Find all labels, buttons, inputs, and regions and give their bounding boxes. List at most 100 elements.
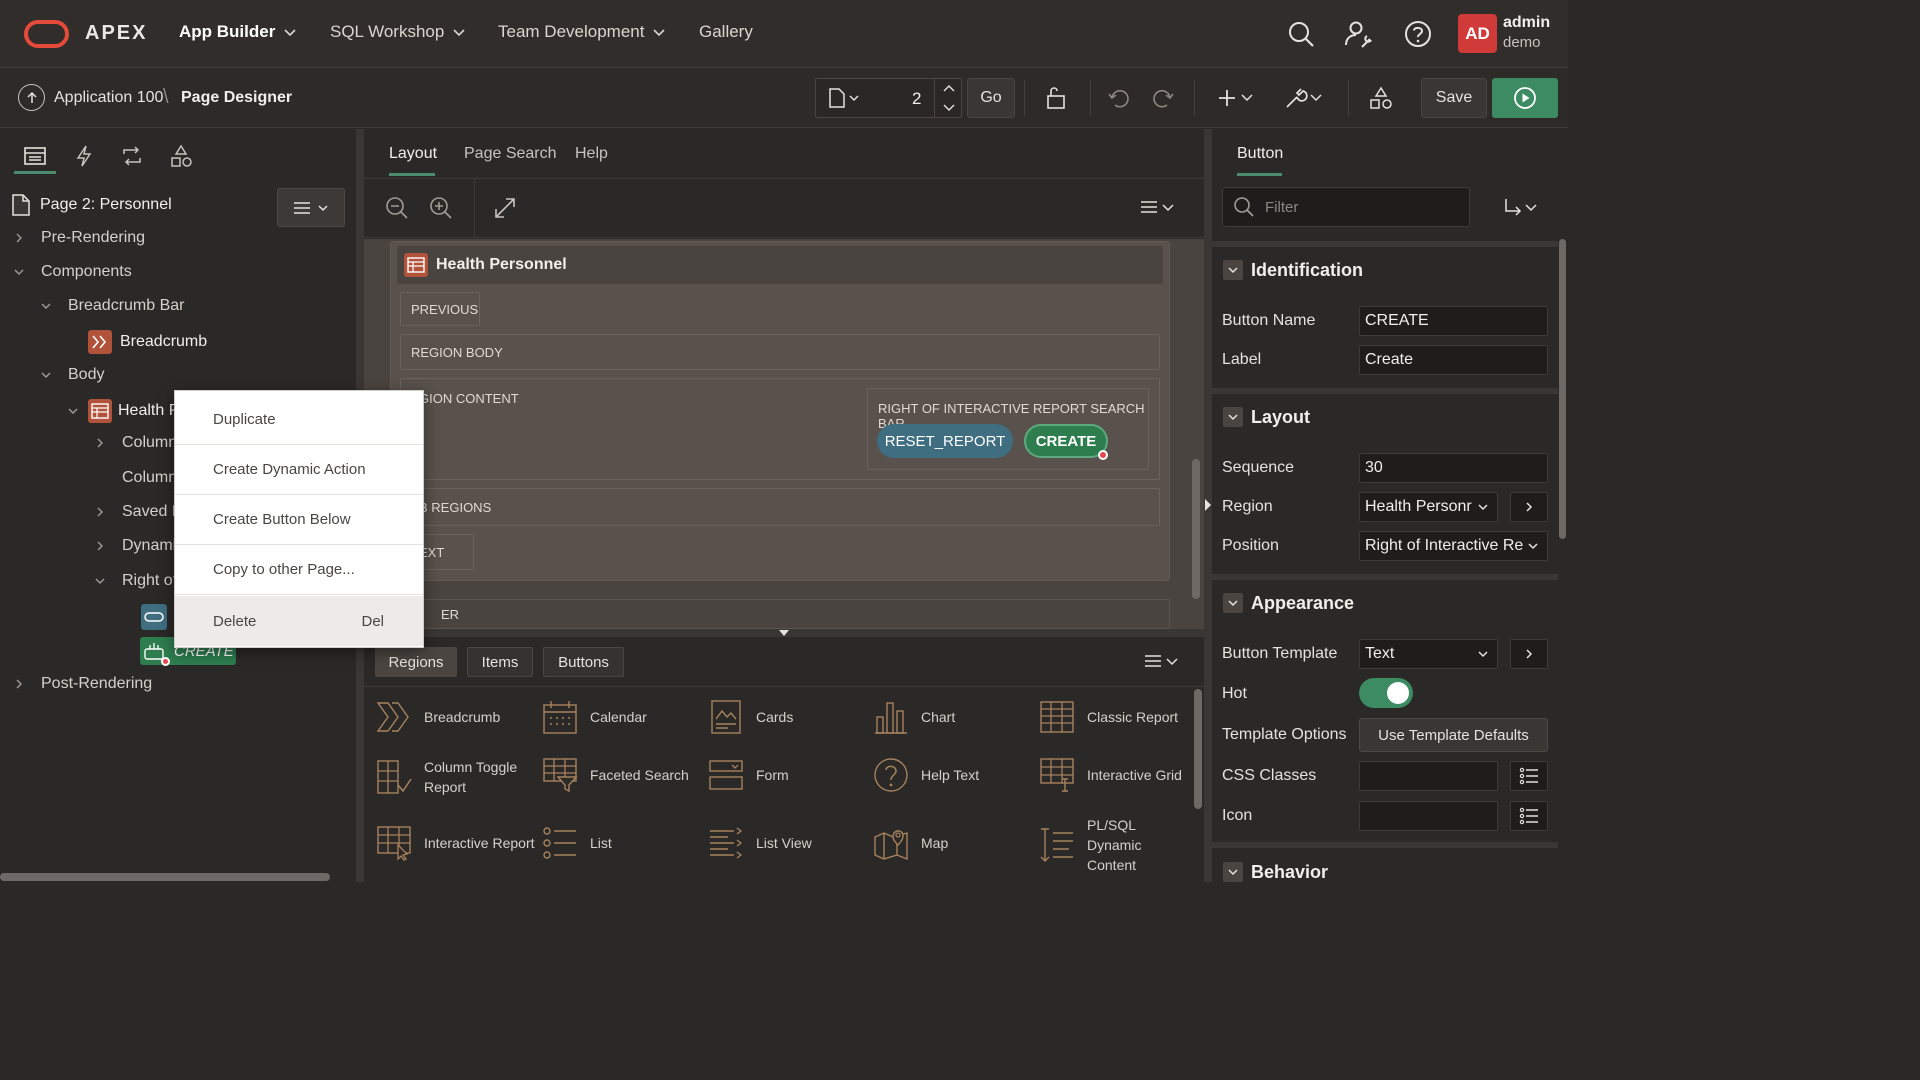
gallery-item-interactive-grid[interactable]: Interactive Grid xyxy=(1039,757,1182,793)
region-select[interactable]: Health Personr xyxy=(1359,492,1498,522)
group-behavior[interactable]: Behavior xyxy=(1212,849,1558,895)
run-page-button[interactable] xyxy=(1492,78,1558,118)
css-classes-input[interactable] xyxy=(1359,761,1498,791)
region-health-personnel[interactable]: Health Personnel PREVIOUS REGION BODY GI… xyxy=(390,241,1170,581)
chevron-down-icon[interactable] xyxy=(1223,407,1243,427)
chevron-down-icon[interactable] xyxy=(39,299,53,313)
undo-icon[interactable] xyxy=(1103,82,1135,114)
vertical-scrollbar[interactable] xyxy=(1559,239,1566,539)
button-template-select[interactable]: Text xyxy=(1359,639,1498,669)
chevron-right-icon[interactable] xyxy=(93,505,107,519)
nav-team-development[interactable]: Team Development xyxy=(498,22,666,42)
chevron-right-icon[interactable] xyxy=(93,539,107,553)
gallery-item-interactive-report[interactable]: Interactive Report xyxy=(376,825,536,861)
menu-item-delete[interactable]: Delete Del xyxy=(175,596,423,646)
region-header[interactable]: Health Personnel xyxy=(397,246,1163,284)
group-appearance[interactable]: Appearance xyxy=(1212,580,1558,626)
gallery-item-cards[interactable]: Cards xyxy=(708,699,793,735)
tree-breadcrumb-region[interactable]: Breadcrumb xyxy=(88,330,207,354)
button-template-go-button[interactable] xyxy=(1510,639,1548,669)
gallery-item-faceted-search[interactable]: Faceted Search xyxy=(542,757,689,793)
gallery-item-plsql-dynamic-content[interactable]: PL/SQL Dynamic Content xyxy=(1039,815,1189,875)
gallery-tab-regions[interactable]: Regions xyxy=(375,647,457,677)
go-button[interactable]: Go xyxy=(967,78,1015,118)
gallery-menu-icon[interactable] xyxy=(1144,653,1180,671)
page-number-input[interactable]: 2 xyxy=(912,89,921,109)
page-icon[interactable] xyxy=(828,87,862,109)
gallery-item-list[interactable]: List xyxy=(542,825,612,861)
gallery-scrollbar[interactable] xyxy=(1194,689,1202,809)
tab-help[interactable]: Help xyxy=(575,145,608,163)
chevron-down-icon[interactable] xyxy=(66,404,80,418)
hot-toggle[interactable] xyxy=(1359,678,1413,708)
tree-page-node[interactable]: Page 2: Personnel xyxy=(10,193,172,217)
breadcrumb-application[interactable]: Application 100 xyxy=(54,89,163,107)
tree-saved-reports[interactable]: Saved R xyxy=(93,503,183,521)
arrow-up-icon[interactable] xyxy=(18,84,45,111)
position-region-body[interactable]: REGION BODY xyxy=(400,334,1160,370)
position-footer[interactable]: ER xyxy=(390,599,1170,629)
save-button[interactable]: Save xyxy=(1421,78,1487,118)
chevron-right-icon[interactable] xyxy=(12,231,26,245)
redo-icon[interactable] xyxy=(1147,82,1179,114)
create-menu-icon[interactable] xyxy=(1216,82,1258,114)
gallery-item-calendar[interactable]: Calendar xyxy=(542,699,647,735)
menu-item-copy-to-other-page[interactable]: Copy to other Page... xyxy=(175,545,423,595)
processing-tab-icon[interactable] xyxy=(117,141,147,171)
label-input[interactable]: Create xyxy=(1359,345,1548,375)
chevron-right-icon[interactable] xyxy=(93,436,107,450)
oracle-logo-icon[interactable] xyxy=(24,20,69,48)
gallery-item-chart[interactable]: Chart xyxy=(873,699,955,735)
chevron-down-icon[interactable] xyxy=(39,368,53,382)
search-icon[interactable] xyxy=(1285,18,1317,50)
gallery-item-map[interactable]: Map xyxy=(873,825,948,861)
tree-health-personnel-region[interactable]: Health P xyxy=(66,399,179,423)
sequence-input[interactable]: 30 xyxy=(1359,453,1548,483)
gallery-item-help-text[interactable]: Help Text xyxy=(873,757,979,793)
tree-menu-button[interactable] xyxy=(277,188,345,227)
gallery-tab-items[interactable]: Items xyxy=(467,647,533,677)
vertical-scrollbar[interactable] xyxy=(1192,459,1200,599)
chevron-down-icon[interactable] xyxy=(1223,862,1243,882)
right-splitter[interactable] xyxy=(1204,129,1212,882)
administration-icon[interactable] xyxy=(1343,18,1375,50)
help-icon[interactable] xyxy=(1402,18,1434,50)
menu-item-duplicate[interactable]: Duplicate xyxy=(175,395,423,445)
chevron-down-icon[interactable] xyxy=(1223,593,1243,613)
zoom-out-icon[interactable] xyxy=(384,195,410,221)
rendering-tab-icon[interactable] xyxy=(20,141,50,171)
region-go-button[interactable] xyxy=(1510,492,1548,522)
tree-columns-2[interactable]: Column xyxy=(122,469,177,487)
position-sub-regions[interactable]: B REGIONS xyxy=(400,488,1160,526)
unlock-icon[interactable] xyxy=(1040,82,1072,114)
nav-sql-workshop[interactable]: SQL Workshop xyxy=(330,22,466,42)
zoom-in-icon[interactable] xyxy=(428,195,454,221)
menu-item-create-button-below[interactable]: Create Button Below xyxy=(175,495,423,545)
page-number-stepper[interactable] xyxy=(934,79,962,117)
tree-pre-rendering[interactable]: Pre-Rendering xyxy=(12,229,145,247)
brand-name[interactable]: APEX xyxy=(85,22,147,45)
tab-button[interactable]: Button xyxy=(1237,145,1283,163)
gallery-splitter[interactable] xyxy=(364,629,1204,637)
layout-menu-icon[interactable] xyxy=(1140,199,1176,217)
chevron-down-icon[interactable] xyxy=(1223,260,1243,280)
group-identification[interactable]: Identification xyxy=(1212,247,1558,293)
menu-item-create-dynamic-action[interactable]: Create Dynamic Action xyxy=(175,445,423,495)
chevron-down-icon[interactable] xyxy=(93,574,107,588)
reset-report-button[interactable]: RESET_REPORT xyxy=(877,424,1013,458)
icon-picker-button[interactable] xyxy=(1510,801,1548,831)
position-select[interactable]: Right of Interactive Re xyxy=(1359,531,1548,561)
tab-page-search[interactable]: Page Search xyxy=(464,145,557,163)
nav-gallery[interactable]: Gallery xyxy=(699,22,753,42)
gallery-item-column-toggle-report[interactable]: Column Toggle Report xyxy=(376,757,536,797)
tree-dynamic-actions[interactable]: Dynami xyxy=(93,537,176,555)
chevron-down-icon[interactable] xyxy=(12,265,26,279)
tree-body[interactable]: Body xyxy=(39,366,104,384)
css-classes-picker-button[interactable] xyxy=(1510,761,1548,791)
position-previous[interactable]: PREVIOUS xyxy=(400,292,480,326)
tree-post-rendering[interactable]: Post-Rendering xyxy=(12,675,152,693)
tree-right-of-search[interactable]: Right of xyxy=(93,572,177,590)
go-to-group-icon[interactable] xyxy=(1504,197,1540,219)
button-name-input[interactable]: CREATE xyxy=(1359,306,1548,336)
tree-breadcrumb-bar[interactable]: Breadcrumb Bar xyxy=(39,297,185,315)
